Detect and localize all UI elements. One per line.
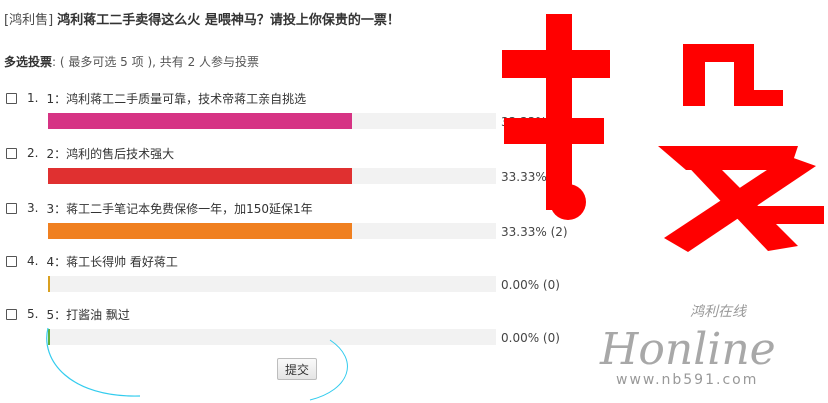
option-checkbox[interactable] xyxy=(6,202,17,214)
result-bar-fill xyxy=(48,113,352,129)
poll-title-text: 鸿利蒋工二手卖得这么火 是喂神马？请投上你保贵的一票！ xyxy=(57,13,400,28)
result-bar-track xyxy=(48,113,496,129)
option-number: 1. xyxy=(27,91,39,105)
watermark-brand: Honline xyxy=(599,324,776,375)
option-number: 2. xyxy=(27,146,39,160)
option-checkbox[interactable] xyxy=(6,147,17,159)
option-number: 4. xyxy=(27,254,39,268)
option-checkbox[interactable] xyxy=(6,308,17,320)
option-label: 3：蒋工二手笔记本免费保修一年，加150延保1年 xyxy=(46,201,313,216)
poll-info: : ( 最多可选 5 项 ), 共有 2 人参与投票 xyxy=(52,55,260,69)
watermark-script: 鸿利在线 xyxy=(690,304,748,320)
option-row: 4. 4：蒋工长得帅 看好蒋工 xyxy=(6,252,178,270)
poll-title: [鸿利售] 鸿利蒋工二手卖得这么火 是喂神马？请投上你保贵的一票！ xyxy=(4,9,400,28)
option-row: 2. 2：鸿利的售后技术强大 xyxy=(6,144,174,162)
result-percent: 0.00% (0) xyxy=(501,278,560,292)
site-watermark: 鸿利在线 Honline www.nb591.com xyxy=(599,304,776,388)
result-bar-track xyxy=(48,168,496,184)
option-row: 1. 1：鸿利蒋工二手质量可靠，技术帝蒋工亲自挑选 xyxy=(6,89,306,107)
option-label: 4：蒋工长得帅 看好蒋工 xyxy=(46,254,178,269)
result-bar-track xyxy=(48,223,496,239)
result-bar-fill xyxy=(48,168,352,184)
result-bar-track xyxy=(48,276,496,292)
watermark-url: www.nb591.com xyxy=(616,372,758,388)
poll-category: [鸿利售] xyxy=(4,13,54,28)
option-number: 3. xyxy=(27,201,39,215)
poll-meta: 多选投票: ( 最多可选 5 项 ), 共有 2 人参与投票 xyxy=(4,53,259,70)
result-bar-fill xyxy=(48,276,50,292)
option-label: 2：鸿利的售后技术强大 xyxy=(46,146,175,161)
option-row: 3. 3：蒋工二手笔记本免费保修一年，加150延保1年 xyxy=(6,199,313,217)
vote-char-graphic xyxy=(502,14,828,252)
option-checkbox[interactable] xyxy=(6,92,17,104)
scribble-lines xyxy=(46,327,348,401)
result-percent: 0.00% (0) xyxy=(501,331,560,345)
result-bar-fill xyxy=(48,223,352,239)
option-checkbox[interactable] xyxy=(6,255,17,267)
option-label: 1：鸿利蒋工二手质量可靠，技术帝蒋工亲自挑选 xyxy=(46,91,307,106)
poll-type-label: 多选投票 xyxy=(4,55,53,69)
